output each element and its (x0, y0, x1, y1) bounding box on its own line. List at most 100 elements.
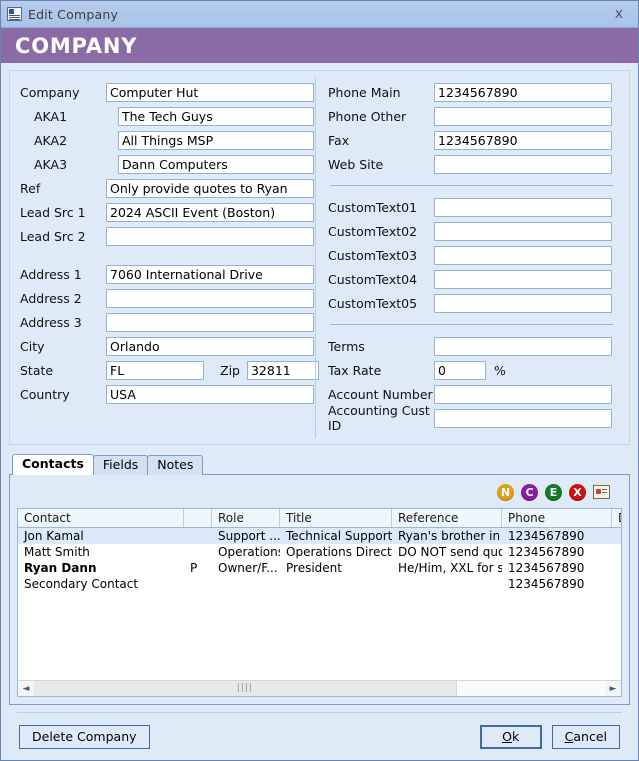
edit-company-window: Edit Company x COMPANY Company AKA1 AKA2 (0, 0, 639, 761)
cancel-button[interactable]: Cancel (552, 725, 620, 749)
input-customtext05[interactable] (434, 294, 612, 313)
cell-role: Owner/F... (212, 561, 280, 575)
input-accounting-cust-id[interactable] (434, 409, 612, 428)
input-country[interactable] (106, 385, 314, 404)
label-phone-main: Phone Main (328, 85, 434, 100)
field-row-aka1: AKA1 (20, 104, 315, 128)
delete-company-button[interactable]: Delete Company (19, 725, 150, 749)
column-header-direct[interactable]: Dire (612, 509, 622, 527)
field-row-address-1: Address 1 (20, 262, 315, 286)
field-row-customtext04: CustomText04 (328, 267, 621, 291)
field-row-aka2: AKA2 (20, 128, 315, 152)
cell-contact: Ryan Dann (18, 561, 184, 575)
input-city[interactable] (106, 337, 314, 356)
input-address-1[interactable] (106, 265, 314, 284)
field-row-aka3: AKA3 (20, 152, 315, 176)
input-lead-src-2[interactable] (106, 227, 314, 246)
input-fax[interactable] (434, 131, 612, 150)
grid-horizontal-scrollbar[interactable]: ◄ |||| ► (18, 680, 621, 696)
label-address-1: Address 1 (20, 267, 106, 282)
delete-contact-badge-icon[interactable]: X (569, 484, 586, 501)
page-title: COMPANY (15, 34, 137, 58)
field-row-fax: Fax (328, 128, 621, 152)
input-aka2[interactable] (118, 131, 314, 150)
input-state[interactable] (106, 361, 204, 380)
label-country: Country (20, 387, 106, 402)
contacts-grid-header: Contact Role Title Reference Phone Dire (18, 509, 621, 528)
field-row-lead-src-2: Lead Src 2 (20, 224, 315, 248)
input-tax-rate[interactable] (434, 361, 486, 380)
contacts-tab-panel: N C E X Contact Role Title Reference Pho… (9, 474, 630, 705)
input-phone-main[interactable] (434, 83, 612, 102)
field-row-phone-main: Phone Main (328, 80, 621, 104)
column-header-reference[interactable]: Reference (392, 509, 502, 527)
tabs-section: Contacts Fields Notes N C E X Contact Ro… (9, 454, 630, 705)
contact-card-icon[interactable] (593, 485, 610, 499)
close-icon[interactable]: x (610, 5, 628, 23)
column-header-role[interactable]: Role (212, 509, 280, 527)
input-terms[interactable] (434, 337, 612, 356)
input-customtext03[interactable] (434, 246, 612, 265)
cell-role: Support ... (212, 529, 280, 543)
field-row-lead-src-1: Lead Src 1 (20, 200, 315, 224)
scroll-left-arrow-icon[interactable]: ◄ (18, 681, 34, 696)
edit-contact-badge-icon[interactable]: E (545, 484, 562, 501)
company-form-panel: Company AKA1 AKA2 AKA3 Ref (9, 70, 630, 445)
label-ref: Ref (20, 181, 106, 196)
scroll-track[interactable]: |||| (34, 681, 605, 696)
cell-contact: Jon Kamal (18, 529, 184, 543)
column-header-flag[interactable] (184, 509, 212, 527)
input-account-number[interactable] (434, 385, 612, 404)
scroll-thumb[interactable]: |||| (34, 681, 457, 696)
tab-contacts[interactable]: Contacts (12, 454, 94, 475)
column-header-contact[interactable]: Contact (18, 509, 184, 527)
window-icon (7, 7, 22, 21)
cell-title: Operations Director (280, 545, 392, 559)
input-customtext02[interactable] (434, 222, 612, 241)
cell-role: Operations (212, 545, 280, 559)
cell-reference: DO NOT send quot... (392, 545, 502, 559)
input-aka1[interactable] (118, 107, 314, 126)
label-aka1: AKA1 (20, 109, 106, 124)
label-company: Company (20, 85, 106, 100)
table-row[interactable]: Jon Kamal Support ... Technical Support … (18, 528, 621, 544)
column-header-phone[interactable]: Phone (502, 509, 612, 527)
tab-notes[interactable]: Notes (147, 455, 203, 475)
input-aka3[interactable] (118, 155, 314, 174)
cell-contact: Secondary Contact (18, 577, 184, 591)
input-customtext01[interactable] (434, 198, 612, 217)
scroll-right-arrow-icon[interactable]: ► (605, 681, 621, 696)
table-row[interactable]: Ryan Dann P Owner/F... President He/Him,… (18, 560, 621, 576)
ok-label-rest: k (512, 729, 519, 744)
input-company[interactable] (106, 83, 314, 102)
input-lead-src-1[interactable] (106, 203, 314, 222)
tab-fields[interactable]: Fields (93, 455, 148, 475)
divider-custom-billing (330, 324, 613, 325)
input-address-3[interactable] (106, 313, 314, 332)
table-row[interactable]: Secondary Contact 1234567890 (18, 576, 621, 592)
label-state: State (20, 363, 106, 378)
cell-flag: P (184, 561, 212, 575)
footer-action-buttons: Ok Cancel (480, 725, 620, 749)
form-right-column: Phone Main Phone Other Fax Web Site (316, 71, 629, 444)
table-row[interactable]: Matt Smith Operations Operations Directo… (18, 544, 621, 560)
field-row-customtext05: CustomText05 (328, 291, 621, 315)
copy-contact-badge-icon[interactable]: C (521, 484, 538, 501)
cell-reference: Ryan's brother in la... (392, 529, 502, 543)
cancel-label-rest: ancel (573, 729, 607, 744)
input-web-site[interactable] (434, 155, 612, 174)
input-phone-other[interactable] (434, 107, 612, 126)
input-ref[interactable] (106, 179, 314, 198)
ok-button[interactable]: Ok (480, 725, 542, 749)
input-address-2[interactable] (106, 289, 314, 308)
label-zip: Zip (220, 363, 240, 378)
label-customtext01: CustomText01 (328, 200, 434, 215)
new-contact-badge-icon[interactable]: N (497, 484, 514, 501)
field-row-address-3: Address 3 (20, 310, 315, 334)
input-customtext04[interactable] (434, 270, 612, 289)
label-customtext02: CustomText02 (328, 224, 434, 239)
input-zip[interactable] (247, 361, 319, 380)
contacts-icon-bar: N C E X (17, 481, 622, 503)
label-accounting-cust-id: Accounting Cust ID (328, 403, 434, 433)
column-header-title[interactable]: Title (280, 509, 392, 527)
